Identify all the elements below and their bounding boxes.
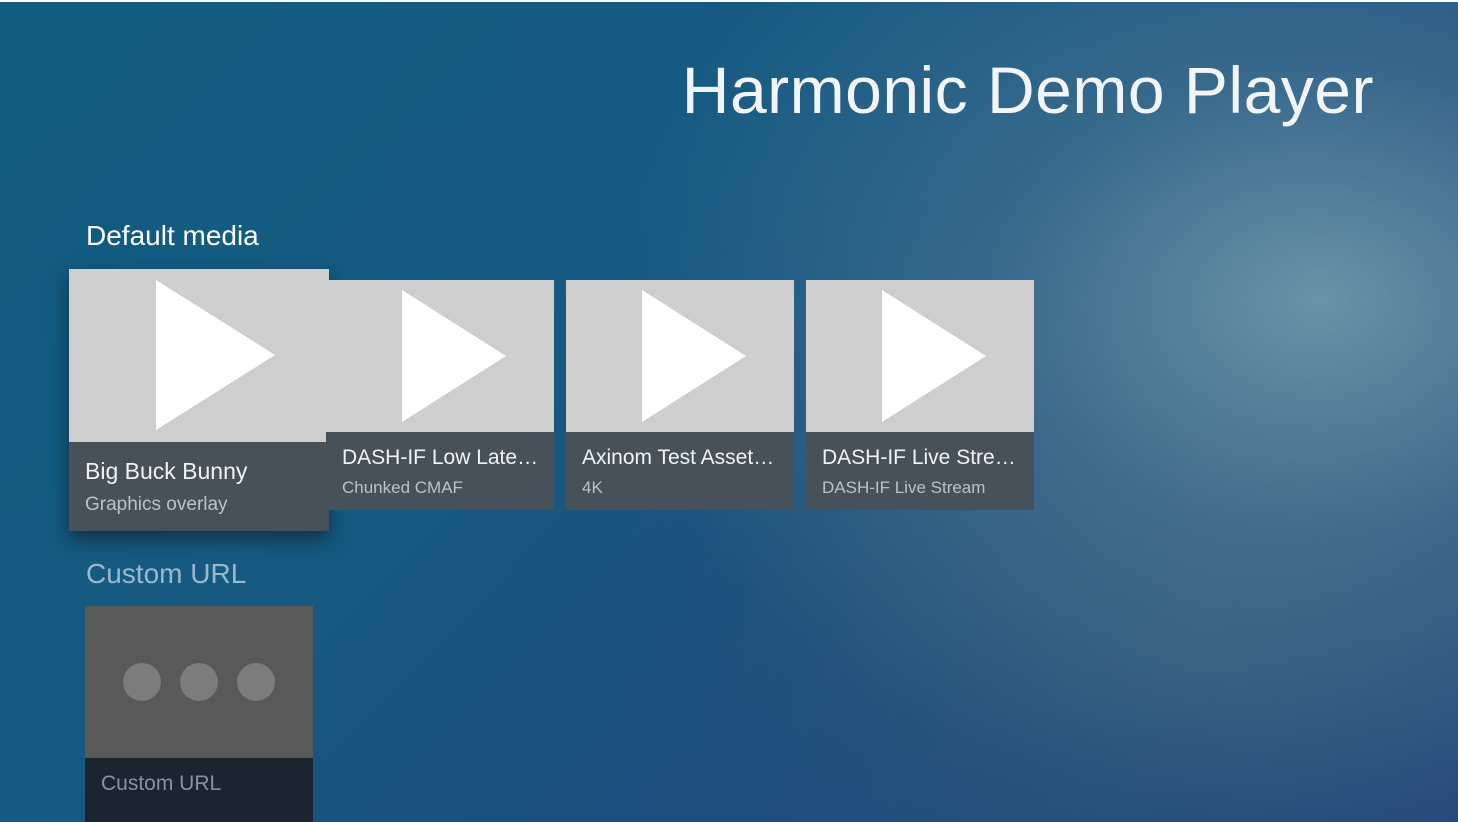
media-card-dash-if-low-latency[interactable]: DASH-IF Low Latency... Chunked CMAF — [326, 280, 554, 510]
card-subtitle: Graphics overlay — [85, 494, 228, 515]
card-thumbnail — [806, 280, 1034, 432]
card-thumbnail — [69, 269, 329, 442]
play-icon — [882, 290, 986, 422]
card-subtitle: Chunked CMAF — [342, 478, 463, 497]
media-card-axinom-test-asset[interactable]: Axinom Test Asset - T... 4K — [566, 280, 794, 510]
card-info: Big Buck Bunny Graphics overlay — [69, 442, 329, 531]
media-card-dash-if-live-stream[interactable]: DASH-IF Live Stream DASH-IF Live Stream — [806, 280, 1034, 510]
media-card-big-buck-bunny[interactable]: Big Buck Bunny Graphics overlay — [69, 269, 329, 531]
row-header-custom-url: Custom URL — [86, 558, 247, 589]
card-subtitle: DASH-IF Live Stream — [822, 478, 986, 497]
dot-icon — [237, 663, 275, 701]
card-thumbnail — [85, 606, 313, 758]
play-icon — [642, 290, 746, 422]
dot-icon — [123, 663, 161, 701]
custom-url-card[interactable]: Custom URL — [85, 606, 313, 822]
top-edge — [0, 0, 1458, 2]
card-title: Custom URL — [101, 772, 222, 795]
dot-icon — [180, 663, 218, 701]
card-title: Big Buck Bunny — [85, 458, 248, 484]
more-dots-icon — [123, 663, 283, 701]
card-info: Custom URL — [85, 758, 313, 822]
card-info: DASH-IF Low Latency... Chunked CMAF — [326, 432, 554, 510]
card-title: Axinom Test Asset - T... — [582, 446, 780, 469]
card-info: DASH-IF Live Stream DASH-IF Live Stream — [806, 432, 1034, 510]
card-info: Axinom Test Asset - T... 4K — [566, 432, 794, 510]
card-thumbnail — [326, 280, 554, 432]
card-title: DASH-IF Live Stream — [822, 446, 1020, 469]
card-title: DASH-IF Low Latency... — [342, 446, 540, 469]
card-subtitle: 4K — [582, 478, 603, 497]
play-icon — [156, 280, 275, 430]
play-icon — [402, 290, 506, 422]
row-header-default-media: Default media — [86, 220, 259, 251]
app-title: Harmonic Demo Player — [681, 53, 1374, 127]
card-thumbnail — [566, 280, 794, 432]
